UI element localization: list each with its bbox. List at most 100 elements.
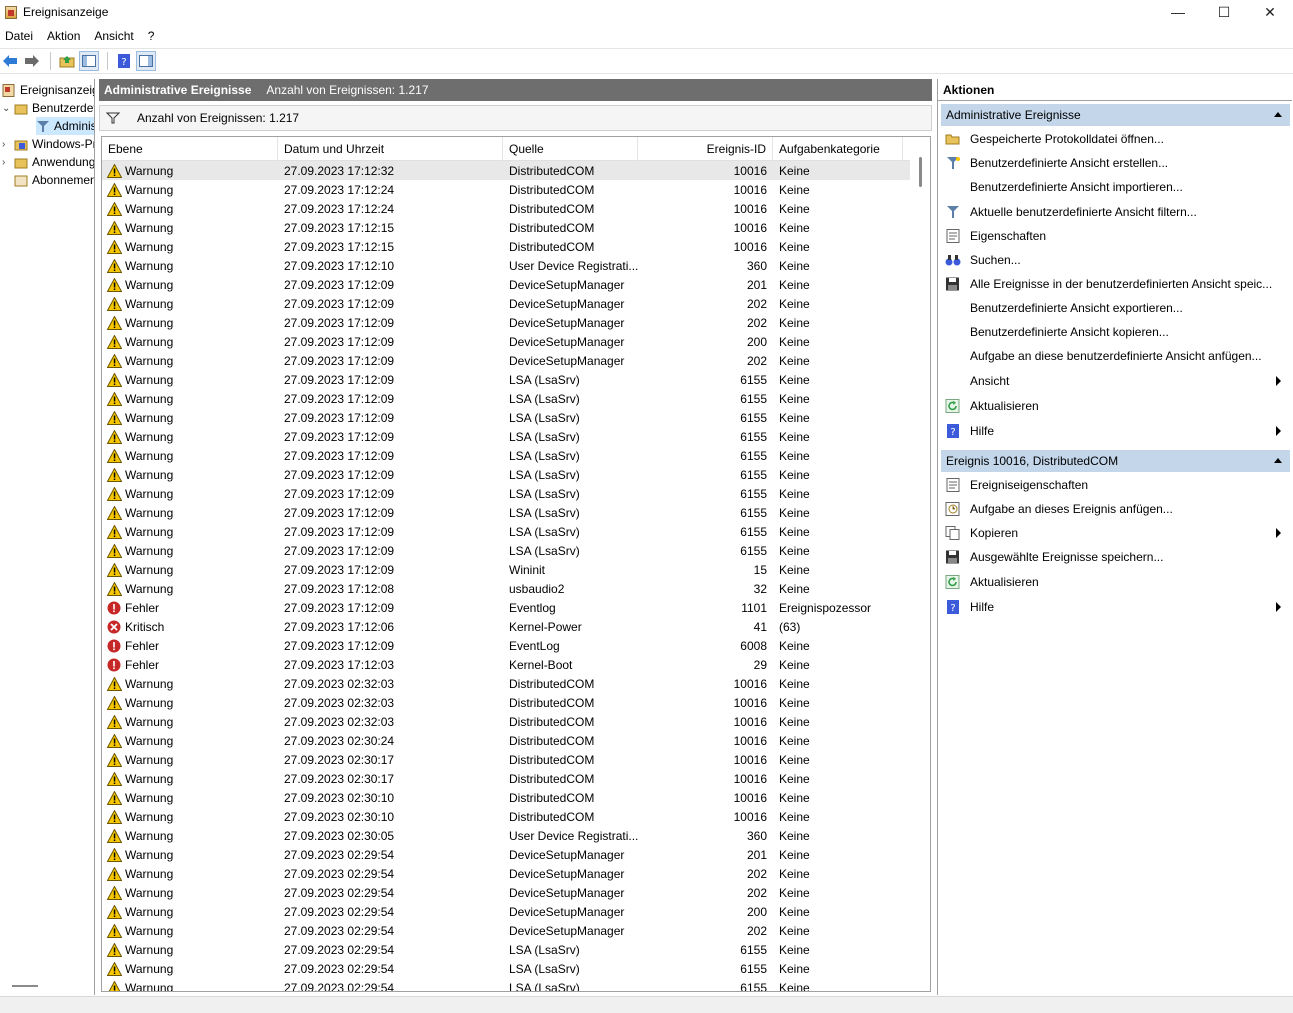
column-header-level[interactable]: Ebene xyxy=(102,137,278,161)
menu-aktion[interactable]: Aktion xyxy=(42,29,86,43)
action-aktualisieren[interactable]: Aktualisieren xyxy=(941,570,1290,594)
table-row[interactable]: Warnung 27.09.2023 17:12:09 LSA (LsaSrv) 61… xyxy=(102,541,912,560)
forward-button[interactable] xyxy=(22,51,42,71)
table-row[interactable]: Warnung 27.09.2023 17:12:15 DistributedCOM… xyxy=(102,218,912,237)
close-button[interactable]: ✕ xyxy=(1247,0,1293,24)
action-benutzerdefinierte-ansicht-exportieren[interactable]: Benutzerdefinierte Ansicht exportieren..… xyxy=(941,296,1290,320)
help-toolbar-button[interactable]: ? xyxy=(114,51,134,71)
table-row[interactable]: Fehler 27.09.2023 17:12:09 Eventlog 1101 Ere… xyxy=(102,598,912,617)
table-row[interactable]: Warnung 27.09.2023 02:29:54 LSA (LsaSrv) 61… xyxy=(102,940,912,959)
cell-task-category: Keine xyxy=(779,296,810,311)
tree-item-admin-events[interactable]: Administrative Ereignisse xyxy=(36,117,94,135)
action-kopieren[interactable]: Kopieren xyxy=(941,521,1290,545)
table-row[interactable]: Warnung 27.09.2023 17:12:09 DeviceSetupMan… xyxy=(102,332,912,351)
warning-icon xyxy=(106,296,123,311)
table-row[interactable]: Warnung 27.09.2023 17:12:09 Wininit 15 Keine xyxy=(102,560,912,579)
vertical-scrollbar[interactable] xyxy=(910,137,930,991)
table-row[interactable]: Warnung 27.09.2023 17:12:08 usbaudio2 32 Kei… xyxy=(102,579,912,598)
collapse-caret-icon[interactable] xyxy=(1274,112,1282,117)
table-row[interactable]: Warnung 27.09.2023 17:12:09 DeviceSetupMan… xyxy=(102,313,912,332)
column-header-event-id[interactable]: Ereignis-ID xyxy=(638,137,773,161)
horizontal-scrollbar-thumb[interactable] xyxy=(12,985,38,987)
table-row[interactable]: Warnung 27.09.2023 02:30:05 User Device Re… xyxy=(102,826,912,845)
table-row[interactable]: Warnung 27.09.2023 17:12:32 DistributedCOM… xyxy=(102,161,912,180)
tree-item-app-logs[interactable]: › Anwendungs- und Dienstprotokolle xyxy=(2,153,94,171)
tree-item-windows-logs[interactable]: › Windows-Protokolle xyxy=(2,135,94,153)
properties-icon xyxy=(944,228,962,244)
table-row[interactable]: Warnung 27.09.2023 17:12:09 LSA (LsaSrv) 61… xyxy=(102,370,912,389)
table-row[interactable]: Warnung 27.09.2023 02:32:03 DistributedCOM… xyxy=(102,693,912,712)
action-benutzerdefinierte-ansicht-kopieren[interactable]: Benutzerdefinierte Ansicht kopieren... xyxy=(941,320,1290,344)
table-row[interactable]: Fehler 27.09.2023 17:12:03 Kernel-Boot 29 Ke… xyxy=(102,655,912,674)
action-aufgabe-an-diese-benutzerdefinierte-ansi[interactable]: Aufgabe an diese benutzerdefinierte Ansi… xyxy=(941,344,1290,368)
table-row[interactable]: Warnung 27.09.2023 17:12:09 DeviceSetupMan… xyxy=(102,275,912,294)
table-row[interactable]: Warnung 27.09.2023 02:29:54 DeviceSetupMan… xyxy=(102,902,912,921)
action-aktualisieren[interactable]: Aktualisieren xyxy=(941,394,1290,418)
action-hilfe[interactable]: ? Hilfe xyxy=(941,595,1290,619)
table-row[interactable]: Warnung 27.09.2023 02:30:10 DistributedCOM… xyxy=(102,788,912,807)
up-level-button[interactable] xyxy=(57,51,77,71)
action-benutzerdefinierte-ansicht-erstellen[interactable]: Benutzerdefinierte Ansicht erstellen... xyxy=(941,151,1290,175)
action-label: Gespeicherte Protokolldatei öffnen... xyxy=(970,132,1164,146)
action-ereigniseigenschaften[interactable]: Ereigniseigenschaften xyxy=(941,473,1290,497)
console-tree[interactable]: Ereignisanzeige (Lokal) ⌄ Benutzerdefini… xyxy=(0,79,95,995)
table-row[interactable]: Warnung 27.09.2023 17:12:24 DistributedCOM… xyxy=(102,199,912,218)
tree-item-custom-views[interactable]: ⌄ Benutzerdefinierte Ansichten xyxy=(2,99,94,117)
table-row[interactable]: Warnung 27.09.2023 17:12:24 DistributedCOM… xyxy=(102,180,912,199)
menu-ansicht[interactable]: Ansicht xyxy=(89,29,139,43)
action-benutzerdefinierte-ansicht-importieren[interactable]: Benutzerdefinierte Ansicht importieren..… xyxy=(941,175,1290,199)
action-hilfe[interactable]: ? Hilfe xyxy=(941,419,1290,443)
table-row[interactable]: Fehler 27.09.2023 17:12:09 EventLog 6008 Kei… xyxy=(102,636,912,655)
table-row[interactable]: Warnung 27.09.2023 02:29:54 DeviceSetupMan… xyxy=(102,921,912,940)
table-row[interactable]: Warnung 27.09.2023 17:12:09 LSA (LsaSrv) 61… xyxy=(102,522,912,541)
minimize-button[interactable]: — xyxy=(1155,0,1201,24)
table-row[interactable]: Warnung 27.09.2023 02:29:54 LSA (LsaSrv) 61… xyxy=(102,959,912,978)
table-row[interactable]: Kritisch 27.09.2023 17:12:06 Kernel-Power 4… xyxy=(102,617,912,636)
back-button[interactable] xyxy=(0,51,20,71)
action-aufgabe-an-dieses-ereignis-anfügen[interactable]: Aufgabe an dieses Ereignis anfügen... xyxy=(941,497,1290,521)
actions-section-admin-events[interactable]: Administrative Ereignisse xyxy=(941,104,1290,126)
tree-item-root[interactable]: Ereignisanzeige (Lokal) xyxy=(2,81,94,99)
action-ansicht[interactable]: Ansicht xyxy=(941,369,1290,393)
table-row[interactable]: Warnung 27.09.2023 02:32:03 DistributedCOM… xyxy=(102,674,912,693)
table-row[interactable]: Warnung 27.09.2023 02:29:54 DeviceSetupMan… xyxy=(102,864,912,883)
table-row[interactable]: Warnung 27.09.2023 17:12:09 LSA (LsaSrv) 61… xyxy=(102,427,912,446)
action-aktuelle-benutzerdefinierte-ansicht-filt[interactable]: Aktuelle benutzerdefinierte Ansicht filt… xyxy=(941,200,1290,224)
table-row[interactable]: Warnung 27.09.2023 02:29:54 DeviceSetupMan… xyxy=(102,883,912,902)
table-row[interactable]: Warnung 27.09.2023 17:12:10 User Device Re… xyxy=(102,256,912,275)
table-row[interactable]: Warnung 27.09.2023 17:12:09 DeviceSetupMan… xyxy=(102,294,912,313)
action-alle-ereignisse-in-der-benutzerdefiniert[interactable]: Alle Ereignisse in der benutzerdefiniert… xyxy=(941,272,1290,296)
maximize-button[interactable]: ☐ xyxy=(1201,0,1247,24)
table-row[interactable]: Warnung 27.09.2023 17:12:09 LSA (LsaSrv) 61… xyxy=(102,408,912,427)
table-row[interactable]: Warnung 27.09.2023 02:29:54 DeviceSetupMan… xyxy=(102,845,912,864)
action-gespeicherte-protokolldatei-öffnen[interactable]: Gespeicherte Protokolldatei öffnen... xyxy=(941,127,1290,151)
action-icon-placeholder xyxy=(944,373,962,389)
table-row[interactable]: Warnung 27.09.2023 02:32:03 DistributedCOM… xyxy=(102,712,912,731)
menu-datei[interactable]: Datei xyxy=(0,29,39,43)
show-hide-tree-button[interactable] xyxy=(79,51,99,71)
table-row[interactable]: Warnung 27.09.2023 02:30:10 DistributedCOM… xyxy=(102,807,912,826)
table-row[interactable]: Warnung 27.09.2023 17:12:09 LSA (LsaSrv) 61… xyxy=(102,389,912,408)
table-row[interactable]: Warnung 27.09.2023 17:12:09 LSA (LsaSrv) 61… xyxy=(102,465,912,484)
column-header-datetime[interactable]: Datum und Uhrzeit xyxy=(278,137,503,161)
table-row[interactable]: Warnung 27.09.2023 02:30:24 DistributedCOM… xyxy=(102,731,912,750)
table-row[interactable]: Warnung 27.09.2023 17:12:15 DistributedCOM… xyxy=(102,237,912,256)
collapse-caret-icon[interactable] xyxy=(1274,458,1282,463)
table-row[interactable]: Warnung 27.09.2023 17:12:09 LSA (LsaSrv) 61… xyxy=(102,446,912,465)
table-row[interactable]: Warnung 27.09.2023 17:12:09 DeviceSetupMan… xyxy=(102,351,912,370)
menu-help[interactable]: ? xyxy=(143,29,161,43)
action-suchen[interactable]: Suchen... xyxy=(941,248,1290,272)
table-row[interactable]: Warnung 27.09.2023 17:12:09 LSA (LsaSrv) 61… xyxy=(102,484,912,503)
table-row[interactable]: Warnung 27.09.2023 17:12:09 LSA (LsaSrv) 61… xyxy=(102,503,912,522)
table-row[interactable]: Warnung 27.09.2023 02:29:54 LSA (LsaSrv) 61… xyxy=(102,978,912,991)
scrollbar-thumb[interactable] xyxy=(919,157,922,187)
show-hide-action-pane-button[interactable] xyxy=(136,51,156,71)
actions-section-event[interactable]: Ereignis 10016, DistributedCOM xyxy=(941,450,1290,472)
column-header-task-category[interactable]: Aufgabenkategorie xyxy=(773,137,903,161)
tree-item-subscriptions[interactable]: Abonnements xyxy=(14,171,94,189)
table-row[interactable]: Warnung 27.09.2023 02:30:17 DistributedCOM… xyxy=(102,750,912,769)
action-ausgewählte-ereignisse-speichern[interactable]: Ausgewählte Ereignisse speichern... xyxy=(941,545,1290,569)
table-row[interactable]: Warnung 27.09.2023 02:30:17 DistributedCOM… xyxy=(102,769,912,788)
action-eigenschaften[interactable]: Eigenschaften xyxy=(941,224,1290,248)
column-header-source[interactable]: Quelle xyxy=(503,137,638,161)
